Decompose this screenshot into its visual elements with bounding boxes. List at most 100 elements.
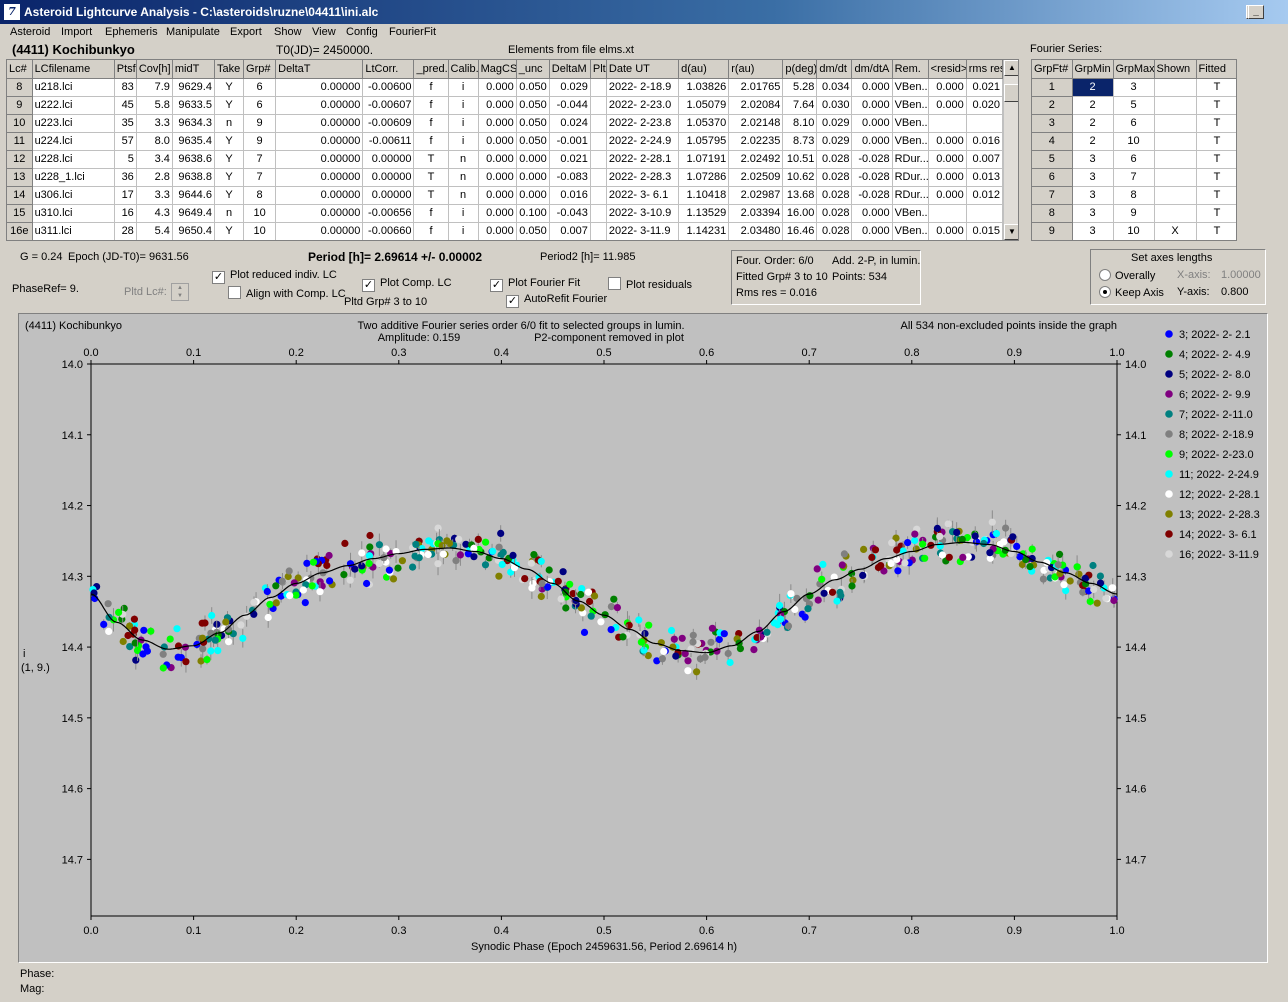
table-cell[interactable]: -0.00600: [362, 78, 415, 97]
table-cell[interactable]: 17: [114, 186, 137, 205]
table-cell[interactable]: 9638.8: [172, 168, 215, 187]
column-header[interactable]: MagCS: [478, 60, 517, 79]
table-cell[interactable]: T: [413, 150, 449, 169]
table-cell[interactable]: Y: [214, 222, 245, 240]
table-cell[interactable]: -0.001: [549, 132, 591, 151]
column-header[interactable]: d(au): [678, 60, 730, 79]
fourier-row-header[interactable]: 7: [1032, 186, 1073, 205]
table-cell[interactable]: 9629.4: [172, 78, 215, 97]
table-cell[interactable]: 9: [243, 114, 277, 133]
fourier-row[interactable]: 326 T: [1032, 114, 1236, 133]
fourier-cell[interactable]: 6: [1113, 114, 1155, 133]
table-cell[interactable]: 2.03394: [728, 204, 784, 223]
table-cell[interactable]: RDur...: [892, 186, 929, 205]
table-cell[interactable]: 0.000: [928, 222, 967, 240]
table-cell[interactable]: 10: [243, 222, 277, 240]
table-cell[interactable]: Y: [214, 132, 245, 151]
table-cell[interactable]: 9644.6: [172, 186, 215, 205]
table-cell[interactable]: VBen...: [892, 222, 929, 240]
table-cell[interactable]: VBen...: [892, 114, 929, 133]
table-cell[interactable]: -0.00609: [362, 114, 415, 133]
table-cell[interactable]: u310.lci: [32, 204, 115, 223]
fourier-cell[interactable]: 3: [1072, 150, 1114, 169]
table-cell[interactable]: 0.00000: [362, 168, 415, 187]
fourier-row-header[interactable]: 4: [1032, 132, 1073, 151]
fourier-column-header[interactable]: GrpMin: [1072, 60, 1114, 79]
fourier-row[interactable]: 123 T: [1032, 78, 1236, 97]
fourier-row[interactable]: 637 T: [1032, 168, 1236, 187]
table-row[interactable]: 13 u228_1.lci 36 2.8 9638.8 Y 7 0.00000 0.00000 T…: [7, 168, 1004, 187]
fourier-cell[interactable]: [1154, 168, 1197, 187]
table-cell[interactable]: VBen...: [892, 96, 929, 115]
table-cell[interactable]: 0.000: [478, 96, 517, 115]
table-cell[interactable]: 9: [243, 132, 277, 151]
table-row[interactable]: 11 u224.lci 57 8.0 9635.4 Y 9 0.00000 -0.00611 f i…: [7, 132, 1004, 151]
table-cell[interactable]: n: [448, 168, 479, 187]
table-cell[interactable]: u218.lci: [32, 78, 115, 97]
table-cell[interactable]: -0.083: [549, 168, 591, 187]
fourier-cell[interactable]: T: [1196, 78, 1236, 97]
table-cell[interactable]: 0.00000: [275, 96, 364, 115]
fourier-cell[interactable]: 3: [1072, 222, 1114, 240]
table-cell[interactable]: n: [214, 114, 245, 133]
table-cell[interactable]: i: [448, 96, 479, 115]
menu-asteroid[interactable]: Asteroid: [10, 26, 50, 38]
table-cell[interactable]: 1.05079: [678, 96, 730, 115]
row-header[interactable]: 15: [7, 204, 33, 223]
table-cell[interactable]: 0.000: [851, 222, 893, 240]
table-cell[interactable]: 10.62: [782, 168, 818, 187]
x-axis-value[interactable]: 1.00000: [1221, 269, 1261, 281]
table-cell[interactable]: 0.029: [816, 114, 853, 133]
table-cell[interactable]: 0.000: [516, 186, 550, 205]
table-cell[interactable]: Y: [214, 96, 245, 115]
table-cell[interactable]: f: [413, 132, 449, 151]
table-cell[interactable]: f: [413, 204, 449, 223]
table-cell[interactable]: RDur...: [892, 150, 929, 169]
fourier-series-table[interactable]: GrpFt# GrpMin GrpMax Shown Fitted 123T225T32…: [1031, 59, 1237, 241]
table-cell[interactable]: 0.024: [549, 114, 591, 133]
align-comp-checkbox[interactable]: Align with Comp. LC: [228, 286, 346, 300]
scroll-thumb[interactable]: [1004, 84, 1018, 102]
fourier-column-header[interactable]: GrpMax: [1113, 60, 1155, 79]
table-cell[interactable]: 2.02492: [728, 150, 784, 169]
table-cell[interactable]: 2.02987: [728, 186, 784, 205]
fourier-cell[interactable]: 10: [1113, 222, 1155, 240]
fourier-row[interactable]: 4 2 10 T: [1032, 132, 1236, 151]
table-cell[interactable]: -0.028: [851, 150, 893, 169]
table-cell[interactable]: 0.000: [478, 78, 517, 97]
table-cell[interactable]: 2022- 2-23.8: [606, 114, 680, 133]
table-cell[interactable]: [590, 186, 607, 205]
table-cell[interactable]: 0.000: [851, 114, 893, 133]
table-cell[interactable]: 45: [114, 96, 137, 115]
column-header[interactable]: Date UT: [606, 60, 680, 79]
table-cell[interactable]: 10.51: [782, 150, 818, 169]
table-cell[interactable]: 2.8: [136, 168, 173, 187]
menu-show[interactable]: Show: [274, 26, 302, 38]
table-cell[interactable]: f: [413, 222, 449, 240]
scroll-down-button[interactable]: ▼: [1004, 224, 1018, 240]
table-cell[interactable]: 1.03826: [678, 78, 730, 97]
table-cell[interactable]: 0.050: [516, 96, 550, 115]
table-cell[interactable]: 0.000: [516, 168, 550, 187]
table-cell[interactable]: 8.73: [782, 132, 818, 151]
table-cell[interactable]: 0.029: [816, 132, 853, 151]
table-cell[interactable]: [966, 204, 1004, 223]
table-cell[interactable]: 2022- 2-18.9: [606, 78, 680, 97]
table-cell[interactable]: 16: [114, 204, 137, 223]
table-cell[interactable]: 0.000: [478, 132, 517, 151]
table-cell[interactable]: -0.028: [851, 168, 893, 187]
fourier-row-header[interactable]: 9: [1032, 222, 1073, 240]
table-cell[interactable]: -0.044: [549, 96, 591, 115]
fourier-cell[interactable]: T: [1196, 114, 1236, 133]
column-header[interactable]: Ptsf: [114, 60, 137, 79]
table-cell[interactable]: u222.lci: [32, 96, 115, 115]
column-header[interactable]: Plt: [590, 60, 607, 79]
table-cell[interactable]: 0.028: [816, 150, 853, 169]
column-header[interactable]: Grp#: [243, 60, 277, 79]
table-cell[interactable]: i: [448, 204, 479, 223]
table-cell[interactable]: VBen...: [892, 78, 929, 97]
table-cell[interactable]: [928, 204, 967, 223]
overally-radio[interactable]: Overally: [1099, 269, 1155, 282]
fourier-row-header[interactable]: 3: [1032, 114, 1073, 133]
fourier-cell[interactable]: [1154, 96, 1197, 115]
